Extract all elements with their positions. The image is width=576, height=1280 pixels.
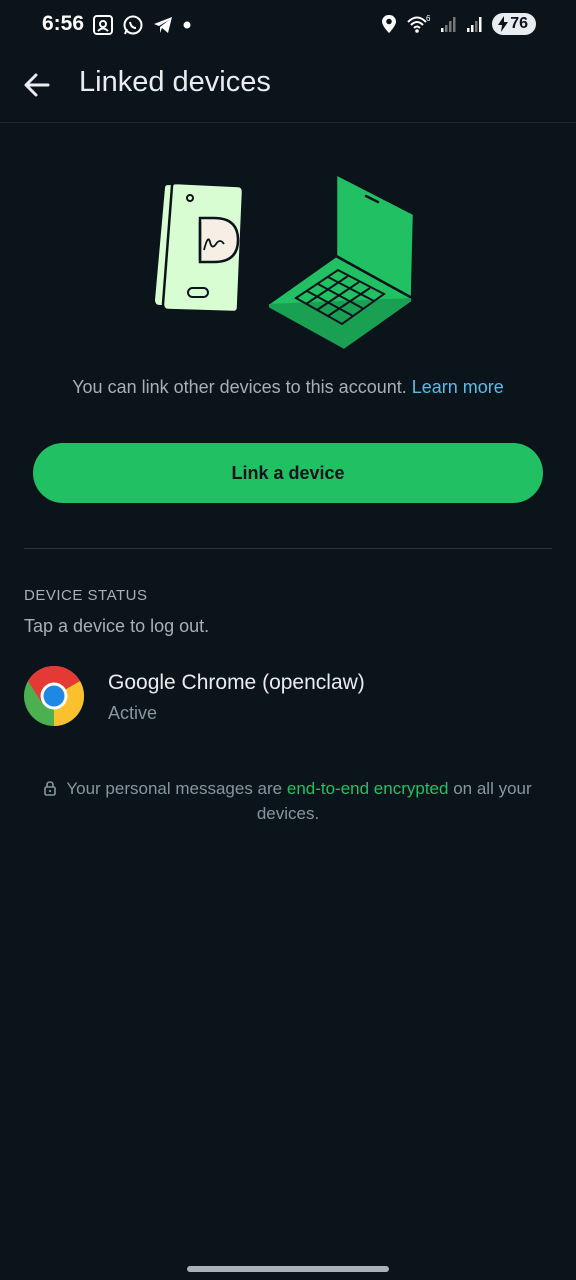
device-name: Google Chrome (openclaw) (108, 671, 365, 694)
encryption-note: Your personal messages are end-to-end en… (40, 776, 536, 826)
status-icons-left (92, 14, 192, 36)
whatsapp-icon (123, 15, 143, 35)
status-bar: 6:56 6 76 (0, 0, 576, 52)
link-device-button[interactable]: Link a device (33, 443, 543, 503)
home-gesture-handle[interactable] (187, 1266, 389, 1272)
status-time: 6:56 (42, 12, 85, 35)
wifi-icon: 6 (407, 14, 431, 33)
signal-icon (467, 17, 482, 32)
battery-level: 76 (510, 15, 528, 32)
device-status-subtext: Tap a device to log out. (24, 616, 210, 636)
screenshot-icon (93, 15, 113, 35)
location-icon (382, 15, 397, 33)
battery-charging-icon (498, 16, 509, 32)
device-active-status: Active (108, 703, 158, 723)
device-list-item[interactable]: Google Chrome (openclaw) Active (0, 655, 576, 739)
intro-message: You can link other devices to this accou… (72, 377, 407, 397)
page-title: Linked devices (79, 66, 271, 98)
phone-illustration-icon (152, 181, 245, 314)
divider (24, 548, 552, 549)
intro-text: You can link other devices to this accou… (0, 377, 576, 398)
signal-icon (441, 17, 456, 32)
device-status-heading: DEVICE STATUS (24, 587, 148, 604)
linked-devices-illustration (152, 171, 416, 352)
chrome-icon (24, 666, 84, 726)
svg-text:6: 6 (426, 14, 431, 23)
encryption-link[interactable]: end-to-end encrypted (287, 779, 449, 798)
laptop-illustration-icon (265, 171, 416, 352)
app-bar: Linked devices (0, 52, 576, 123)
dot-icon (183, 21, 191, 29)
arrow-left-icon[interactable] (20, 68, 54, 102)
status-icons-right: 6 76 (380, 13, 536, 35)
learn-more-link[interactable]: Learn more (412, 377, 504, 397)
lock-icon (44, 781, 57, 796)
encryption-prefix: Your personal messages are (66, 779, 283, 798)
battery-indicator: 76 (492, 13, 536, 35)
telegram-icon (154, 17, 172, 33)
